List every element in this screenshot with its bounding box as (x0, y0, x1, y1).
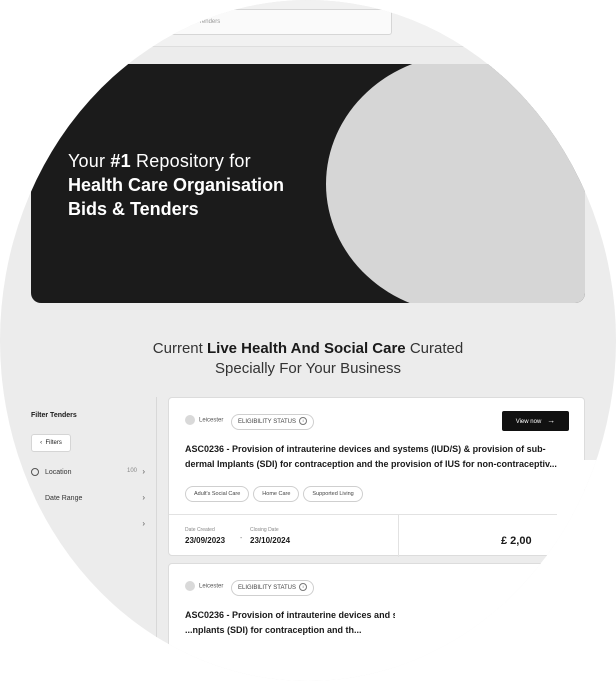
date-created-label: Date Created (185, 527, 215, 533)
headline-line-2: Specially For Your Business (215, 360, 401, 377)
tender-location: Leicester (185, 581, 223, 592)
search-input[interactable]: ...al Care Tenders (150, 9, 392, 35)
tender-card-footer: Date Created 23/09/2023 - Closing Date 23/… (169, 514, 584, 558)
date-separator: - (240, 535, 243, 542)
filters-button-label: Filters (45, 440, 62, 446)
chevron-right-icon: › (142, 467, 145, 476)
closing-date: Closing Date 23/10/2024 (250, 527, 290, 545)
footer-divider (398, 515, 399, 557)
location-avatar-icon (185, 581, 195, 591)
fade-mask (395, 600, 616, 681)
tender-title[interactable]: ASC0236 - Provision of intrauterine devi… (185, 442, 570, 472)
hero-line-2: Health Care Organisation (68, 175, 285, 195)
filter-item-label: Date Range (45, 494, 83, 502)
eligibility-label: ELIGIBILITY STATUS (238, 419, 297, 425)
info-icon: i (299, 417, 308, 426)
chevron-left-icon: ‹ (40, 440, 43, 446)
eligibility-label: ELIGIBILITY STATUS (238, 585, 297, 591)
hero-line-1-prefix: Your (68, 151, 111, 171)
filter-item-count: 100 (126, 468, 137, 474)
arrow-right-icon: → (547, 416, 556, 425)
top-bar: ...al Care Tenders (0, 0, 616, 47)
tender-location: Leicester (185, 415, 223, 426)
tender-price: £ 2,00 (501, 535, 532, 547)
hero-line-1: Your #1 Repository for (68, 149, 284, 173)
tag: Adult's Social Care (185, 486, 250, 502)
location-avatar-icon (185, 415, 195, 425)
hero-line-1-suffix: Repository for (130, 151, 251, 171)
sidebar-divider (156, 397, 157, 681)
headline-line-1: Current Live Health And Social Care Cura… (0, 339, 616, 359)
filter-title: Filter Tenders (31, 412, 77, 419)
date-created-value: 23/09/2023 (185, 536, 226, 545)
tender-title-line-2: dermal Implants (SDI) for contraception … (185, 459, 557, 469)
eligibility-status-badge[interactable]: ELIGIBILITY STATUS i (231, 414, 315, 430)
filter-item-date-range[interactable]: Date Range › (31, 493, 145, 502)
tender-location-text: Leicester (199, 417, 224, 424)
headline-part-2: Curated (405, 340, 464, 357)
view-now-button[interactable]: View now → (502, 411, 569, 431)
tender-title-line-1: ASC0236 - Provision of intrauterine devi… (185, 444, 546, 454)
chevron-right-icon: › (142, 493, 145, 502)
hero-line-1-highlight: #1 (110, 151, 131, 171)
view-now-label: View now (515, 419, 542, 425)
location-icon (31, 468, 39, 476)
circular-viewport: ...al Care Tenders Your #1 Repository fo… (0, 0, 616, 681)
date-created: Date Created 23/09/2023 (185, 527, 225, 545)
tender-card[interactable]: Leicester ELIGIBILITY STATUS i View now → … (168, 397, 585, 558)
chevron-right-icon: › (142, 519, 145, 528)
headline-part-1: Current (152, 340, 207, 357)
closing-date-label: Closing Date (250, 527, 279, 533)
hero-line-3: Bids & Tenders (68, 199, 199, 219)
calendar-icon (31, 494, 39, 502)
filter-item-location[interactable]: Location 100 › (31, 467, 145, 476)
closing-date-value: 23/10/2024 (250, 536, 291, 545)
eligibility-status-badge[interactable]: ELIGIBILITY STATUS i (231, 580, 315, 596)
filter-item-label: Location (45, 468, 72, 476)
info-icon: i (299, 583, 308, 592)
tender-tags: Adult's Social Care Home Care Supported Li… (185, 482, 367, 502)
section-headline: Current Live Health And Social Care Cura… (0, 339, 616, 379)
filters-button[interactable]: ‹ Filters (31, 434, 71, 452)
hero-banner: Your #1 Repository for Health Care Organ… (31, 64, 585, 303)
hero-heading: Your #1 Repository for Health Care Organ… (68, 149, 284, 221)
tender-location-text: Leicester (199, 583, 224, 590)
hero-decorative-panel (466, 64, 585, 303)
tag: Home Care (253, 486, 300, 502)
headline-bold: Live Health And Social Care (206, 340, 406, 357)
tag: Supported Living (303, 486, 363, 502)
